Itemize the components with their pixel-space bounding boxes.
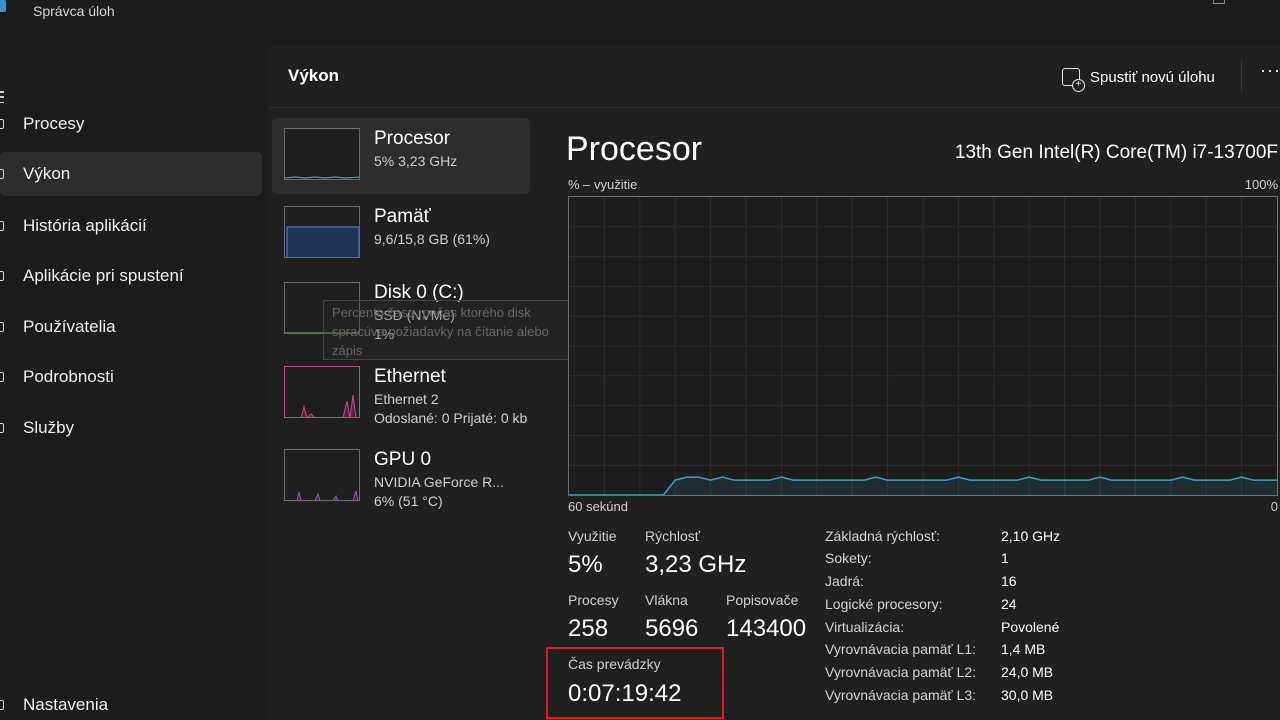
- cpu-thumbnail-graph: [284, 128, 360, 180]
- handles-label: Popisovače: [726, 592, 799, 608]
- header-divider: [1241, 60, 1242, 92]
- nav-item-label: Podrobnosti: [23, 367, 114, 386]
- spec-label: Logické procesory:: [825, 596, 943, 612]
- ethernet-thumbnail-graph: [284, 366, 360, 418]
- startup-apps-icon: [0, 271, 4, 281]
- nav-item-label: Výkon: [23, 164, 71, 183]
- spec-value: 1,4 MB: [1001, 641, 1046, 657]
- processes-value: 258: [568, 615, 609, 642]
- spec-label: Základná rýchlosť:: [825, 528, 940, 544]
- cpu-usage-plot: [569, 197, 1277, 495]
- threads-value: 5696: [645, 615, 699, 642]
- memory-thumbnail-graph: [284, 206, 360, 258]
- nav-item-label: Používatelia: [23, 317, 116, 336]
- tile-detail-secondary: 6% (51 °C): [374, 493, 443, 509]
- threads-label: Vlákna: [645, 592, 688, 608]
- spec-value: 2,10 GHz: [1001, 528, 1061, 544]
- spec-label: Vyrovnávacia pamäť L2:: [825, 664, 977, 680]
- nav-item-label: História aplikácií: [23, 216, 147, 235]
- tile-gpu[interactable]: GPU 0 NVIDIA GeForce R... 6% (51 °C): [272, 439, 530, 515]
- sidebar: Procesy Výkon História aplikácií Aplikác…: [0, 24, 268, 720]
- nav-item-startup-apps[interactable]: Aplikácie pri spustení: [0, 254, 262, 298]
- tile-cpu[interactable]: Procesor 5% 3,23 GHz: [272, 118, 530, 194]
- spec-label: Jadrá:: [825, 573, 864, 589]
- page-title: Výkon: [288, 66, 340, 85]
- spec-label: Vyrovnávacia pamäť L3:: [825, 687, 977, 703]
- title-bar: Správca úloh: [0, 0, 1280, 24]
- speed-label: Rýchlosť: [645, 528, 701, 544]
- nav-item-label: Služby: [23, 418, 75, 437]
- utilization-label: Využitie: [568, 528, 617, 544]
- more-options-button[interactable]: ···: [1260, 60, 1280, 81]
- tile-detail: 5% 3,23 GHz: [374, 153, 458, 169]
- maximize-icon[interactable]: [1213, 0, 1225, 4]
- nav-item-users[interactable]: Používatelia: [0, 305, 262, 349]
- spec-value: 24: [1001, 596, 1017, 612]
- nav-item-label: Procesy: [23, 114, 85, 133]
- page-header: Výkon Spustiť novú úlohu ···: [268, 46, 1280, 108]
- disk-tooltip: Percento času, počas ktorého disk spracú…: [323, 300, 571, 360]
- app-icon: [0, 0, 6, 12]
- nav-item-app-history[interactable]: História aplikácií: [0, 204, 262, 248]
- users-icon: [0, 322, 4, 332]
- chart-x-label: 60 sekúnd: [568, 499, 628, 514]
- nav-item-label: Nastavenia: [23, 695, 109, 714]
- tile-name: Procesor: [374, 128, 451, 149]
- spec-value: 16: [1001, 573, 1017, 589]
- utilization-value: 5%: [568, 551, 603, 578]
- spec-label: Sokety:: [825, 550, 872, 566]
- tile-name: Pamäť: [374, 206, 431, 227]
- tile-name: GPU 0: [374, 449, 432, 470]
- window-title: Správca úloh: [33, 3, 115, 19]
- cpu-model: 13th Gen Intel(R) Core(TM) i7-13700F: [954, 142, 1278, 163]
- chart-y-label: % – využitie: [568, 177, 638, 192]
- gpu-thumbnail-graph: [284, 449, 360, 501]
- detail-title: Procesor: [566, 130, 703, 168]
- run-new-task-button[interactable]: Spustiť novú úlohu: [1062, 63, 1215, 92]
- spec-value: 30,0 MB: [1001, 687, 1054, 703]
- nav-item-label: Aplikácie pri spustení: [23, 266, 184, 285]
- handles-value: 143400: [726, 615, 807, 642]
- nav-item-performance[interactable]: Výkon: [0, 152, 262, 196]
- chart-x-min: 0: [1270, 499, 1278, 514]
- processes-icon: [0, 119, 4, 129]
- tile-detail: NVIDIA GeForce R...: [374, 474, 504, 490]
- task-manager-window: Správca úloh Procesy Výkon História apli…: [0, 0, 1280, 720]
- tile-detail: Ethernet 2: [374, 391, 439, 407]
- settings-icon: [0, 700, 4, 710]
- tile-detail-secondary: Odoslané: 0 Prijaté: 0 kb: [374, 410, 528, 426]
- performance-icon: [0, 169, 4, 179]
- cpu-usage-chart: [568, 196, 1278, 496]
- chart-y-max: 100%: [1244, 177, 1278, 192]
- spec-label: Vyrovnávacia pamäť L1:: [825, 641, 977, 657]
- processes-label: Procesy: [568, 592, 619, 608]
- performance-page: Výkon Spustiť novú úlohu ··· Procesor 5%…: [268, 46, 1280, 720]
- uptime-label: Čas prevádzky: [568, 656, 661, 672]
- uptime-value: 0:07:19:42: [568, 680, 682, 707]
- tile-name: Ethernet: [374, 366, 446, 387]
- tile-memory[interactable]: Pamäť 9,6/15,8 GB (61%): [272, 196, 530, 272]
- tile-ethernet[interactable]: Ethernet Ethernet 2 Odoslané: 0 Prijaté:…: [272, 356, 530, 432]
- speed-value: 3,23 GHz: [645, 551, 747, 578]
- spec-value: 24,0 MB: [1001, 664, 1054, 680]
- new-task-icon: [1062, 68, 1085, 92]
- run-new-task-label: Spustiť novú úlohu: [1090, 68, 1215, 86]
- nav-item-services[interactable]: Služby: [0, 406, 262, 450]
- services-icon: [0, 423, 4, 433]
- spec-label: Virtualizácia:: [825, 619, 905, 635]
- app-history-icon: [0, 221, 4, 231]
- tile-detail: 9,6/15,8 GB (61%): [374, 231, 490, 247]
- nav-item-processes[interactable]: Procesy: [0, 102, 262, 146]
- nav-item-settings[interactable]: Nastavenia: [0, 683, 262, 720]
- details-icon: [0, 372, 4, 382]
- nav-item-details[interactable]: Podrobnosti: [0, 355, 262, 399]
- spec-value: 1: [1001, 550, 1009, 566]
- spec-value: Povolené: [1001, 619, 1060, 635]
